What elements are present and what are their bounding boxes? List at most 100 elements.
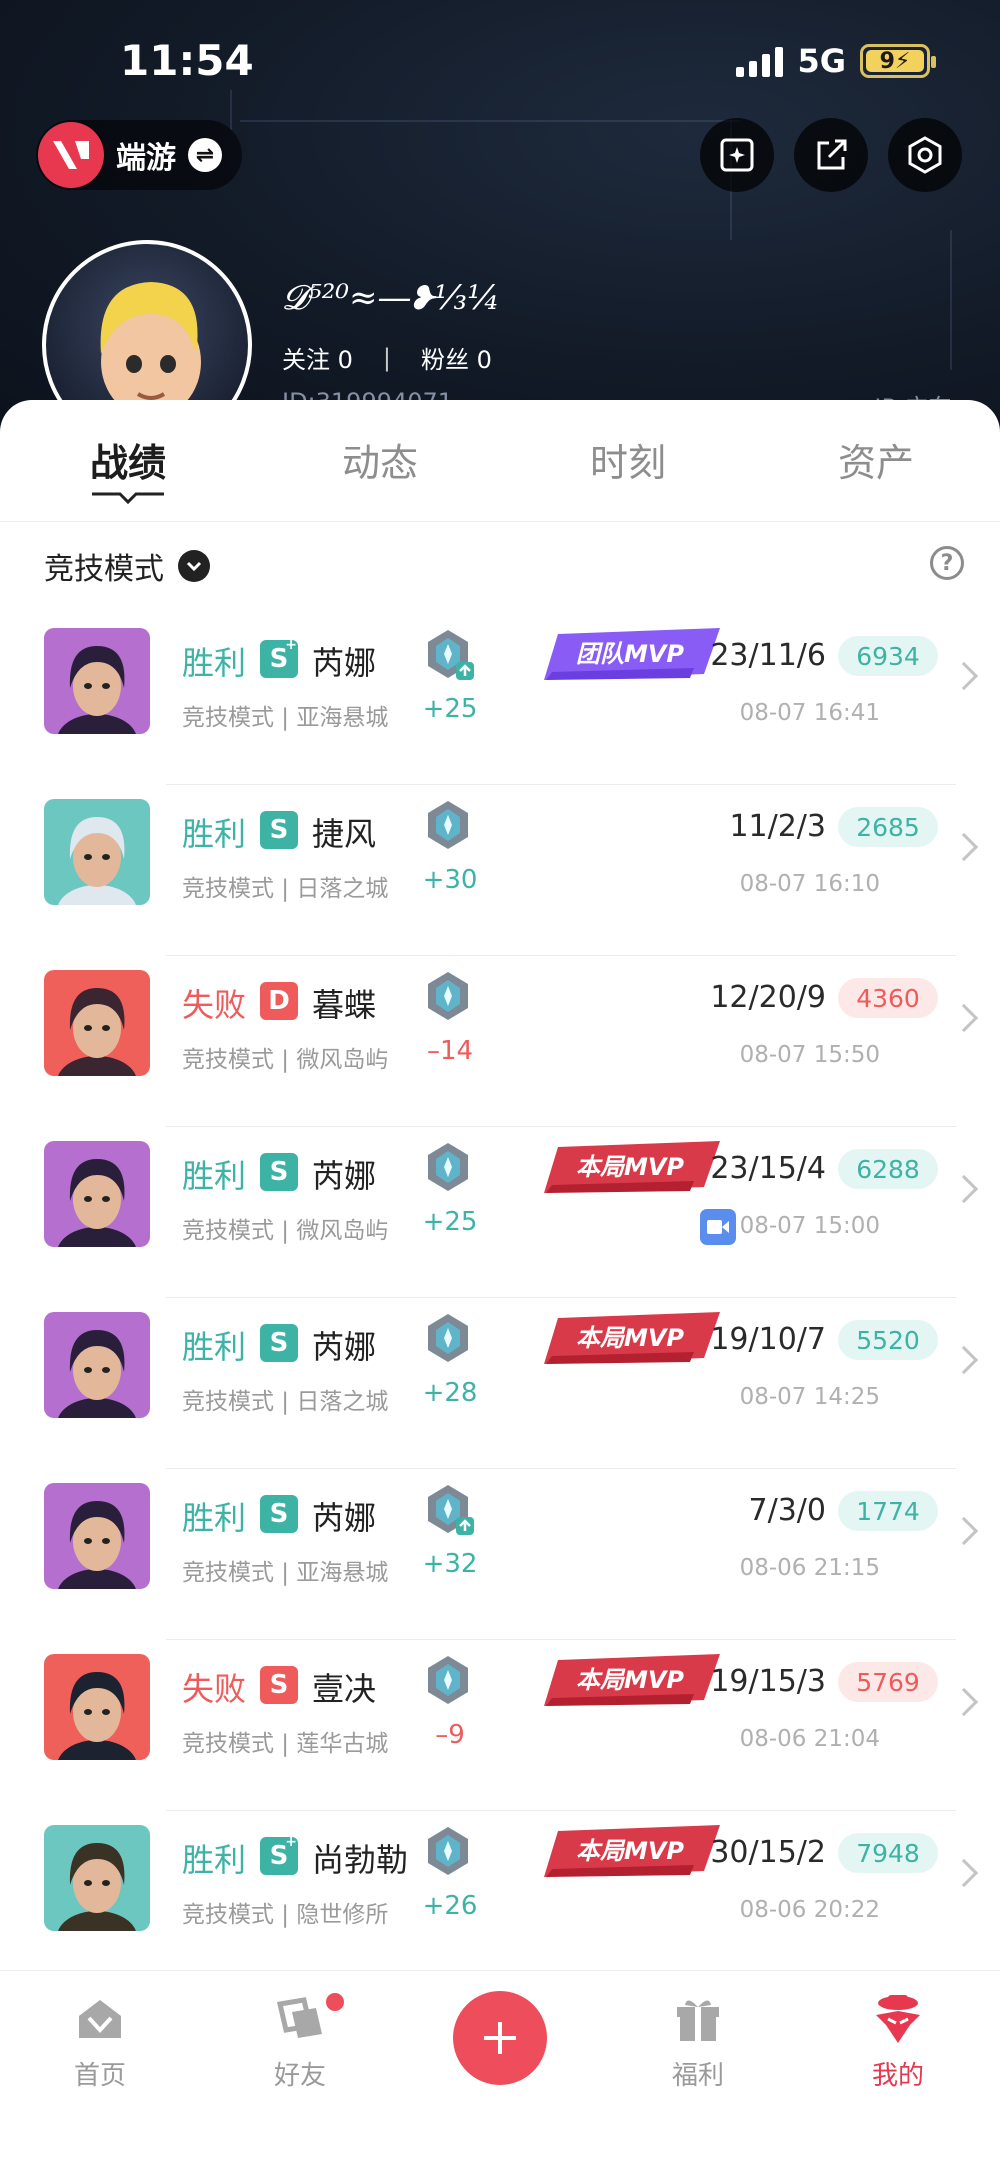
status-time: 11:54 bbox=[120, 36, 254, 85]
match-grade: D bbox=[268, 986, 290, 1016]
match-row[interactable]: 胜利 S 芮娜 竞技模式 | 微风岛屿 +25 本局MVP 23/15/4 62… bbox=[0, 1127, 1000, 1298]
mvp-badge: 本局MVP bbox=[544, 1312, 720, 1364]
tab-bar: 战绩 动态 时刻 资产 bbox=[0, 400, 1000, 522]
agent-name: 芮娜 bbox=[312, 1328, 377, 1366]
match-grade: S bbox=[269, 1157, 289, 1187]
match-grade-badge: S bbox=[260, 1153, 298, 1191]
match-row[interactable]: 胜利 S 捷风 竞技模式 | 日落之城 +30 11/2/3 2685 08-0… bbox=[0, 785, 1000, 956]
match-kda: 19/10/7 bbox=[710, 1322, 826, 1357]
mvp-label: 本局MVP bbox=[576, 1153, 684, 1181]
signal-icon bbox=[736, 45, 784, 77]
match-grade-badge: S bbox=[260, 1666, 298, 1704]
agent-name: 芮娜 bbox=[312, 1499, 377, 1537]
agent-avatar bbox=[44, 1654, 150, 1760]
nav-friends-label: 好友 bbox=[273, 2061, 326, 2091]
mvp-label: 本局MVP bbox=[576, 1837, 684, 1865]
chevron-right-icon bbox=[949, 1858, 979, 1888]
rank-points-delta: –14 bbox=[426, 1036, 474, 1066]
match-result: 胜利 bbox=[182, 1499, 247, 1537]
tab-active-indicator bbox=[92, 492, 164, 504]
match-row[interactable]: 失败 S 壹决 竞技模式 | 莲华古城 –9 本局MVP 19/15/3 576… bbox=[0, 1640, 1000, 1811]
match-row[interactable]: 胜利 S 芮娜 竞技模式 | 日落之城 +28 本局MVP 19/10/7 55… bbox=[0, 1298, 1000, 1469]
match-kda: 30/15/2 bbox=[710, 1835, 826, 1870]
chevron-right-icon bbox=[949, 661, 979, 691]
rank-icon bbox=[428, 972, 468, 1020]
match-kda: 23/11/6 bbox=[710, 638, 826, 673]
match-time: 08-07 16:10 bbox=[739, 871, 880, 897]
following-count[interactable]: 关注 0 bbox=[282, 340, 353, 375]
nav-profile-label: 我的 bbox=[871, 2061, 924, 2091]
match-score: 6288 bbox=[838, 1149, 938, 1189]
tab-feed[interactable]: 动态 bbox=[300, 432, 460, 487]
tab-assets[interactable]: 资产 bbox=[796, 432, 956, 487]
match-row[interactable]: 胜利 S 芮娜 竞技模式 | 亚海悬城 +32 7/3/0 1774 08-06… bbox=[0, 1469, 1000, 1640]
match-score: 6934 bbox=[838, 636, 938, 676]
match-score: 2685 bbox=[838, 807, 938, 847]
match-time: 08-07 15:50 bbox=[739, 1042, 880, 1068]
match-time: 08-07 16:41 bbox=[739, 700, 880, 726]
settings-icon[interactable] bbox=[888, 118, 962, 192]
match-time: 08-07 14:25 bbox=[739, 1384, 880, 1410]
mvp-badge: 团队MVP bbox=[544, 628, 720, 680]
match-result: 失败 bbox=[182, 1670, 247, 1708]
mvp-badge: 本局MVP bbox=[544, 1654, 720, 1706]
agent-avatar bbox=[44, 1483, 150, 1589]
match-score: 5769 bbox=[838, 1662, 938, 1702]
match-mode-map: 竞技模式 | 微风岛屿 bbox=[182, 1047, 389, 1073]
match-kda: 23/15/4 bbox=[710, 1151, 826, 1186]
agent-avatar bbox=[44, 970, 150, 1076]
match-score: 4360 bbox=[838, 978, 938, 1018]
tab-moments[interactable]: 时刻 bbox=[548, 432, 708, 487]
match-mode-map: 竞技模式 | 日落之城 bbox=[182, 876, 389, 902]
content-sheet: 战绩 动态 时刻 资产 竞技模式 ? 胜利 S + 芮娜 竞技模式 | 亚海悬城… bbox=[0, 400, 1000, 1982]
match-row[interactable]: 胜利 S + 芮娜 竞技模式 | 亚海悬城 +25 团队MVP 23/11/6 6… bbox=[0, 614, 1000, 785]
chevron-right-icon bbox=[949, 1516, 979, 1546]
rank-icon bbox=[428, 1143, 468, 1191]
plus-icon bbox=[484, 2022, 516, 2054]
match-mode-map: 竞技模式 | 隐世修所 bbox=[182, 1902, 389, 1928]
agent-avatar bbox=[44, 1141, 150, 1247]
rank-points-delta: +32 bbox=[422, 1549, 478, 1579]
share-icon[interactable] bbox=[794, 118, 868, 192]
match-result: 胜利 bbox=[182, 644, 247, 682]
nav-home[interactable]: 首页 bbox=[40, 1989, 160, 2092]
mode-filter-label: 竞技模式 bbox=[44, 552, 164, 587]
match-grade: S bbox=[269, 1670, 289, 1700]
match-time: 08-07 15:00 bbox=[739, 1213, 880, 1239]
agent-avatar bbox=[44, 1312, 150, 1418]
swap-icon: ⇌ bbox=[188, 138, 222, 172]
chevron-right-icon bbox=[949, 1174, 979, 1204]
agent-avatar bbox=[44, 628, 150, 734]
agent-avatar bbox=[44, 1825, 150, 1931]
rank-icon bbox=[428, 630, 474, 680]
match-score: 5520 bbox=[838, 1320, 938, 1360]
match-row[interactable]: 失败 D 暮蝶 竞技模式 | 微风岛屿 –14 12/20/9 4360 08-… bbox=[0, 956, 1000, 1127]
nav-welfare[interactable]: 福利 bbox=[638, 1989, 758, 2092]
nav-welfare-label: 福利 bbox=[671, 2061, 724, 2091]
nav-profile[interactable]: 我的 bbox=[838, 1989, 958, 2092]
mode-filter[interactable]: 竞技模式 bbox=[44, 544, 210, 588]
rank-points-delta: –9 bbox=[435, 1720, 465, 1750]
match-row[interactable]: 胜利 S + 尚勃勒 竞技模式 | 隐世修所 +26 本局MVP 30/15/2 … bbox=[0, 1811, 1000, 1982]
fans-count[interactable]: 粉丝 0 bbox=[421, 340, 492, 375]
match-kda: 12/20/9 bbox=[710, 980, 826, 1015]
status-icons: 5G 9 ⚡ bbox=[736, 42, 936, 80]
match-grade-badge: S bbox=[260, 1324, 298, 1362]
agent-name: 捷风 bbox=[312, 815, 377, 853]
video-replay-icon[interactable] bbox=[700, 1209, 736, 1245]
match-result: 胜利 bbox=[182, 1328, 247, 1366]
match-mode-map: 竞技模式 | 微风岛屿 bbox=[182, 1218, 389, 1244]
bottom-nav: 首页 好友 福利 我的 bbox=[0, 1970, 1000, 2163]
nav-friends[interactable]: 好友 bbox=[240, 1989, 360, 2092]
help-icon[interactable]: ? bbox=[930, 546, 964, 580]
create-post-button[interactable] bbox=[453, 1991, 547, 2085]
match-mode-map: 竞技模式 | 日落之城 bbox=[182, 1389, 389, 1415]
valorant-logo-icon bbox=[38, 122, 104, 188]
chevron-right-icon bbox=[949, 1687, 979, 1717]
tab-record[interactable]: 战绩 bbox=[48, 432, 208, 487]
agent-name: 芮娜 bbox=[312, 1157, 377, 1195]
platform-switch[interactable]: 端游 ⇌ bbox=[36, 120, 242, 190]
add-card-icon[interactable] bbox=[700, 118, 774, 192]
match-time: 08-06 21:04 bbox=[739, 1726, 880, 1752]
match-mode-map: 竞技模式 | 亚海悬城 bbox=[182, 1560, 389, 1586]
